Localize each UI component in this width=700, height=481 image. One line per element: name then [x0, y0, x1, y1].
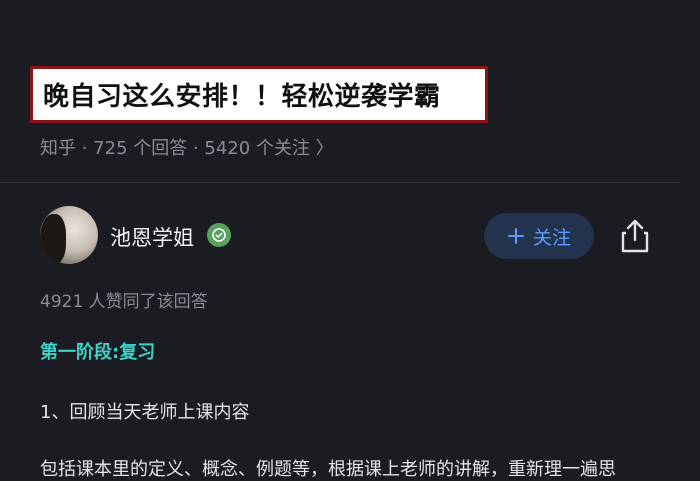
- share-icon[interactable]: [618, 218, 652, 254]
- avatar[interactable]: [40, 206, 98, 264]
- divider: [0, 182, 680, 183]
- author-name[interactable]: 池恩学姐: [110, 222, 194, 252]
- follow-button[interactable]: 关注: [484, 213, 594, 259]
- verified-badge-icon: [207, 223, 231, 247]
- plus-icon: [507, 228, 524, 244]
- section-title: 第一阶段:复习: [40, 342, 156, 363]
- answer-paragraph: 包括课本里的定义、概念、例题等，根据课上老师的讲解，重新理一遍思: [40, 459, 616, 480]
- question-title-box[interactable]: 晚自习这么安排！！轻松逆袭学霸: [30, 66, 488, 123]
- list-item: 1、回顾当天老师上课内容: [40, 402, 250, 423]
- question-meta[interactable]: 知乎 · 725 个回答 · 5420 个关注 〉: [40, 134, 334, 160]
- follow-label: 关注: [532, 226, 571, 249]
- likes-count: 4921 人赞同了该回答: [40, 292, 208, 312]
- avatar-hair: [40, 214, 66, 264]
- question-title: 晚自习这么安排！！轻松逆袭学霸: [43, 82, 441, 112]
